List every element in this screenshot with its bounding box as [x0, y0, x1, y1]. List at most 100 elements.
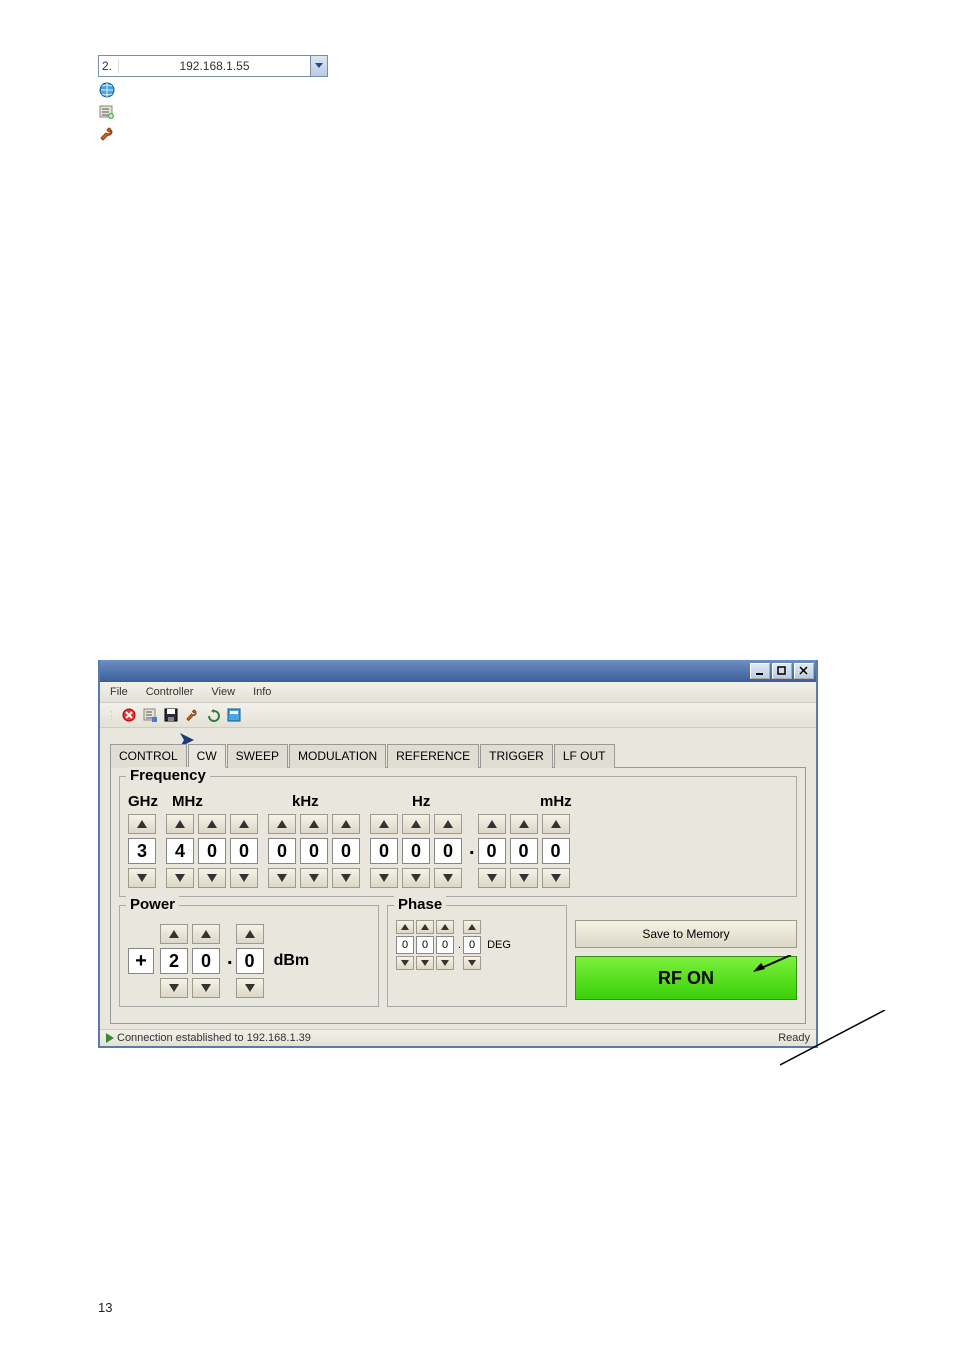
maximize-icon	[777, 666, 787, 676]
digit-value[interactable]: 0	[436, 936, 454, 954]
digit-down-button[interactable]	[370, 868, 398, 888]
rf-on-label: RF ON	[658, 968, 714, 988]
digit-value[interactable]: 0	[332, 838, 360, 864]
disconnect-icon[interactable]	[120, 706, 138, 724]
digit-up-button[interactable]	[542, 814, 570, 834]
digit-value[interactable]: 0	[416, 936, 434, 954]
digit-value[interactable]: 0	[192, 948, 220, 974]
wrench-icon[interactable]	[98, 125, 116, 143]
digit-value[interactable]: 0	[268, 838, 296, 864]
digit-up-button[interactable]	[160, 924, 188, 944]
frequency-title: Frequency	[126, 767, 210, 784]
digit-value[interactable]: 3	[128, 838, 156, 864]
digit-value[interactable]: 0	[236, 948, 264, 974]
digit-up-button[interactable]	[268, 814, 296, 834]
menu-info[interactable]: Info	[249, 685, 275, 699]
rf-on-button[interactable]: RF ON	[575, 956, 797, 1000]
unit-khz: kHz	[292, 793, 412, 810]
digit-down-button[interactable]	[463, 956, 481, 970]
phase-row: 000.0DEG	[396, 920, 558, 970]
tools-icon[interactable]	[183, 706, 201, 724]
save-icon[interactable]	[162, 706, 180, 724]
tab-trigger[interactable]: TRIGGER	[480, 744, 553, 768]
save-to-memory-button[interactable]: Save to Memory	[575, 920, 797, 948]
list-icon[interactable]	[141, 706, 159, 724]
digit-up-button[interactable]	[166, 814, 194, 834]
digit-down-button[interactable]	[236, 978, 264, 998]
digit-value[interactable]: 2	[160, 948, 188, 974]
tab-reference[interactable]: REFERENCE	[387, 744, 479, 768]
tabbar: CONTROL CW SWEEP MODULATION REFERENCE TR…	[110, 743, 806, 768]
tab-lfout[interactable]: LF OUT	[554, 744, 615, 768]
digit-up-button[interactable]	[192, 924, 220, 944]
tab-control[interactable]: CONTROL	[110, 744, 187, 768]
digit-up-button[interactable]	[463, 920, 481, 934]
tab-sweep[interactable]: SWEEP	[227, 744, 288, 768]
digit-down-button[interactable]	[192, 978, 220, 998]
digit-down-button[interactable]	[268, 868, 296, 888]
menu-controller[interactable]: Controller	[142, 685, 198, 699]
digit-down-button[interactable]	[396, 956, 414, 970]
digit-down-button[interactable]	[166, 868, 194, 888]
window-titlebar	[100, 660, 816, 682]
digit-spinner: 0	[370, 814, 398, 888]
digit-up-button[interactable]	[332, 814, 360, 834]
digit-down-button[interactable]	[478, 868, 506, 888]
digit-down-button[interactable]	[510, 868, 538, 888]
digit-down-button[interactable]	[436, 956, 454, 970]
digit-value[interactable]: 4	[166, 838, 194, 864]
digit-value[interactable]: 0	[370, 838, 398, 864]
digit-value[interactable]: 0	[463, 936, 481, 954]
digit-down-button[interactable]	[300, 868, 328, 888]
ip-dropdown-button[interactable]	[310, 56, 327, 76]
digit-down-button[interactable]	[198, 868, 226, 888]
app-icon[interactable]	[225, 706, 243, 724]
digit-up-button[interactable]	[416, 920, 434, 934]
undo-icon[interactable]	[204, 706, 222, 724]
ip-selector-row[interactable]: 2. 192.168.1.55	[98, 55, 328, 77]
digit-down-button[interactable]	[402, 868, 430, 888]
digit-value[interactable]: 0	[198, 838, 226, 864]
toolbar: ⋮	[100, 703, 816, 728]
menu-file[interactable]: File	[106, 685, 132, 699]
list-add-icon[interactable]	[98, 103, 116, 121]
tab-cw[interactable]: CW	[188, 744, 226, 768]
digit-up-button[interactable]	[436, 920, 454, 934]
digit-value[interactable]: 0	[402, 838, 430, 864]
digit-up-button[interactable]	[402, 814, 430, 834]
digit-down-button[interactable]	[434, 868, 462, 888]
digit-value[interactable]: 0	[542, 838, 570, 864]
digit-value[interactable]: 0	[434, 838, 462, 864]
close-button[interactable]	[794, 663, 814, 679]
minimize-button[interactable]	[750, 663, 770, 679]
digit-up-button[interactable]	[230, 814, 258, 834]
digit-value[interactable]: 0	[510, 838, 538, 864]
power-sign[interactable]: +	[128, 948, 154, 974]
digit-up-button[interactable]	[236, 924, 264, 944]
digit-up-button[interactable]	[370, 814, 398, 834]
digit-spinner: 0	[192, 924, 220, 998]
frequency-units-row: GHz MHz kHz Hz mHz	[128, 793, 788, 810]
digit-value[interactable]: 0	[396, 936, 414, 954]
digit-down-button[interactable]	[416, 956, 434, 970]
globe-icon[interactable]	[98, 81, 116, 99]
digit-up-button[interactable]	[478, 814, 506, 834]
digit-value[interactable]: 0	[300, 838, 328, 864]
maximize-button[interactable]	[772, 663, 792, 679]
digit-up-button[interactable]	[396, 920, 414, 934]
digit-up-button[interactable]	[198, 814, 226, 834]
digit-value[interactable]: 0	[478, 838, 506, 864]
digit-down-button[interactable]	[230, 868, 258, 888]
digit-value[interactable]: 0	[230, 838, 258, 864]
digit-down-button[interactable]	[160, 978, 188, 998]
digit-up-button[interactable]	[128, 814, 156, 834]
digit-down-button[interactable]	[128, 868, 156, 888]
digit-down-button[interactable]	[332, 868, 360, 888]
digit-down-button[interactable]	[542, 868, 570, 888]
digit-up-button[interactable]	[510, 814, 538, 834]
tab-modulation[interactable]: MODULATION	[289, 744, 386, 768]
digit-up-button[interactable]	[300, 814, 328, 834]
power-group: Power +20.0dBm	[119, 905, 379, 1007]
menu-view[interactable]: View	[207, 685, 239, 699]
digit-up-button[interactable]	[434, 814, 462, 834]
